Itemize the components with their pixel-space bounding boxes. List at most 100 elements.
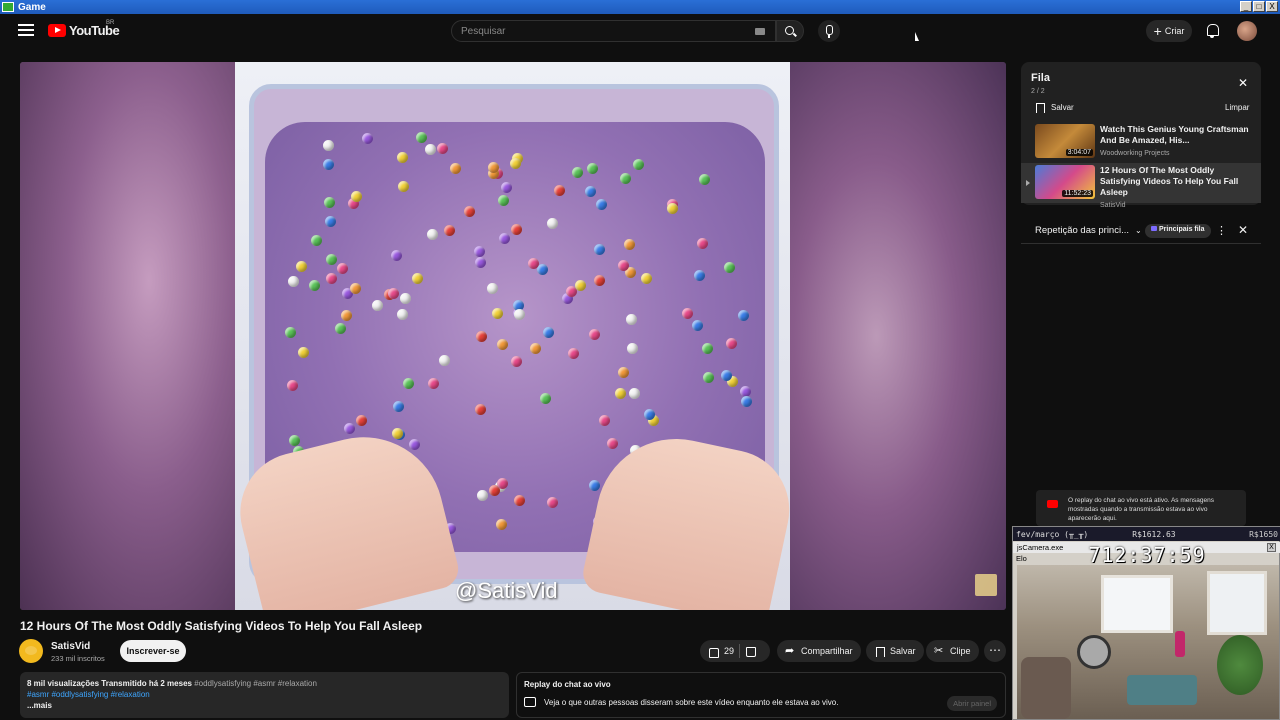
open-panel-button[interactable]: Abrir painel (947, 696, 997, 711)
channel-watermark-logo[interactable] (975, 574, 997, 596)
dislike-icon[interactable] (745, 646, 757, 657)
like-icon[interactable] (708, 646, 719, 658)
bead (633, 158, 645, 170)
queue-item-current[interactable]: 11:52:23 12 Hours Of The Most Oddly Sati… (1021, 163, 1261, 209)
bead (412, 273, 423, 285)
bead (397, 180, 409, 192)
bead (443, 224, 455, 236)
notifications-bell-icon[interactable] (1204, 22, 1220, 38)
keyboard-icon[interactable] (755, 28, 765, 35)
divider (739, 644, 741, 658)
bead (324, 216, 336, 228)
bead (567, 348, 579, 360)
save-button[interactable]: Salvar (866, 640, 924, 662)
chat-replay-notice: O replay do chat ao vivo está ativo. As … (1036, 490, 1246, 526)
maximize-button[interactable]: □ (1253, 1, 1265, 12)
bead (626, 342, 638, 354)
queue-duration: 11:52:23 (1062, 190, 1093, 197)
bead (322, 140, 334, 152)
create-button[interactable]: + Criar (1146, 20, 1192, 42)
chat-mode-label: Repetição das princi... (1035, 225, 1129, 236)
chat-replay-notice-text: O replay do chat ao vivo está ativo. As … (1068, 497, 1214, 522)
save-label: Salvar (890, 646, 916, 656)
search-icon (785, 26, 794, 35)
voice-search-mic-icon[interactable] (818, 20, 840, 42)
person (1175, 631, 1185, 657)
queue-item-title: 12 Hours Of The Most Oddly Satisfying Vi… (1100, 165, 1239, 197)
minimize-button[interactable]: _ (1240, 1, 1252, 12)
channel-avatar[interactable] (19, 639, 43, 663)
bead (415, 132, 427, 143)
hashtag-links[interactable]: #asmr #oddlysatisfying #relaxation (27, 690, 502, 699)
bead (697, 237, 709, 249)
overlay-status-bar: fev/março (╥_╥) R$1612.63 R$1650 (1013, 527, 1280, 541)
bead (285, 326, 297, 338)
description-box[interactable]: 8 mil visualizações Transmitido há 2 mes… (20, 672, 509, 718)
like-count[interactable]: 29 (724, 646, 734, 656)
hamburger-menu-icon[interactable] (18, 24, 34, 36)
channel-name[interactable]: SatisVid (51, 641, 90, 652)
queue-item[interactable]: 3:04:07 Watch This Genius Young Craftsma… (1021, 122, 1261, 162)
queue-panel: Fila 2 / 2 ✕ Salvar Limpar 3:04:07 Watch… (1021, 62, 1261, 209)
user-avatar[interactable] (1237, 21, 1257, 41)
fan (1077, 635, 1111, 669)
bead (351, 190, 363, 202)
queue-clear-button[interactable]: Limpar (1225, 103, 1249, 112)
bead (594, 274, 606, 286)
search-placeholder: Pesquisar (461, 26, 506, 37)
channel-subscriber-count: 233 mil inscritos (51, 654, 105, 663)
youtube-icon (1047, 500, 1058, 508)
queue-item-channel: Woodworking Projects (1100, 150, 1170, 157)
bead (476, 489, 488, 501)
bead (409, 438, 421, 450)
close-chat-icon[interactable]: ✕ (1238, 223, 1248, 237)
bead (392, 427, 404, 439)
bead (356, 414, 368, 426)
bead (427, 378, 439, 390)
bead (496, 478, 508, 490)
share-label: Compartilhar (801, 646, 853, 656)
badge-icon (1151, 226, 1157, 231)
chat-mode-dropdown[interactable]: Repetição das princi... ⌄ (1035, 225, 1142, 236)
queue-item-title: Watch This Genius Young Craftsman And Be… (1100, 124, 1249, 145)
overlay-price-1: R$1612.63 (1132, 529, 1176, 539)
now-playing-icon (1026, 180, 1030, 186)
chat-filter-badge[interactable]: Principais fila (1145, 224, 1211, 238)
table (1127, 675, 1197, 705)
bead (340, 309, 352, 321)
camera-overlay-window[interactable]: fev/março (╥_╥) R$1612.63 R$1650 jsCamer… (1012, 526, 1280, 720)
chair (1021, 657, 1071, 719)
subscribe-button[interactable]: Inscrever-se (120, 640, 186, 662)
video-player[interactable]: @SatisVid (20, 62, 1006, 610)
bead (589, 328, 601, 340)
bead (474, 404, 486, 416)
clip-label: Clipe (950, 646, 971, 656)
bead (473, 245, 485, 257)
more-actions-button[interactable]: ⋯ (984, 640, 1006, 662)
bead (513, 309, 525, 321)
chat-options-icon[interactable]: ⋮ (1216, 224, 1227, 237)
bead (496, 338, 508, 350)
bead (643, 409, 655, 421)
show-more-link[interactable]: ...mais (27, 701, 502, 710)
bead (372, 299, 383, 311)
bead (527, 257, 539, 269)
search-input[interactable]: Pesquisar (451, 20, 776, 42)
close-queue-icon[interactable]: ✕ (1238, 76, 1248, 90)
share-button[interactable]: Compartilhar (777, 640, 861, 662)
bead (693, 269, 705, 281)
clip-button[interactable]: Clipe (926, 640, 979, 662)
youtube-logo[interactable]: YouTube BR (48, 20, 120, 38)
plus-icon: + (1153, 23, 1162, 39)
bead (628, 388, 640, 400)
chat-bubble-icon (524, 697, 536, 707)
search-button[interactable] (776, 20, 804, 42)
bead (588, 479, 600, 491)
bead (500, 182, 512, 194)
queue-item-channel: SatisVid (1100, 202, 1126, 209)
bead (286, 379, 298, 391)
bead (402, 378, 414, 390)
bead (288, 434, 300, 446)
queue-save-button[interactable]: Salvar (1034, 102, 1074, 113)
close-window-button[interactable]: X (1266, 1, 1278, 12)
